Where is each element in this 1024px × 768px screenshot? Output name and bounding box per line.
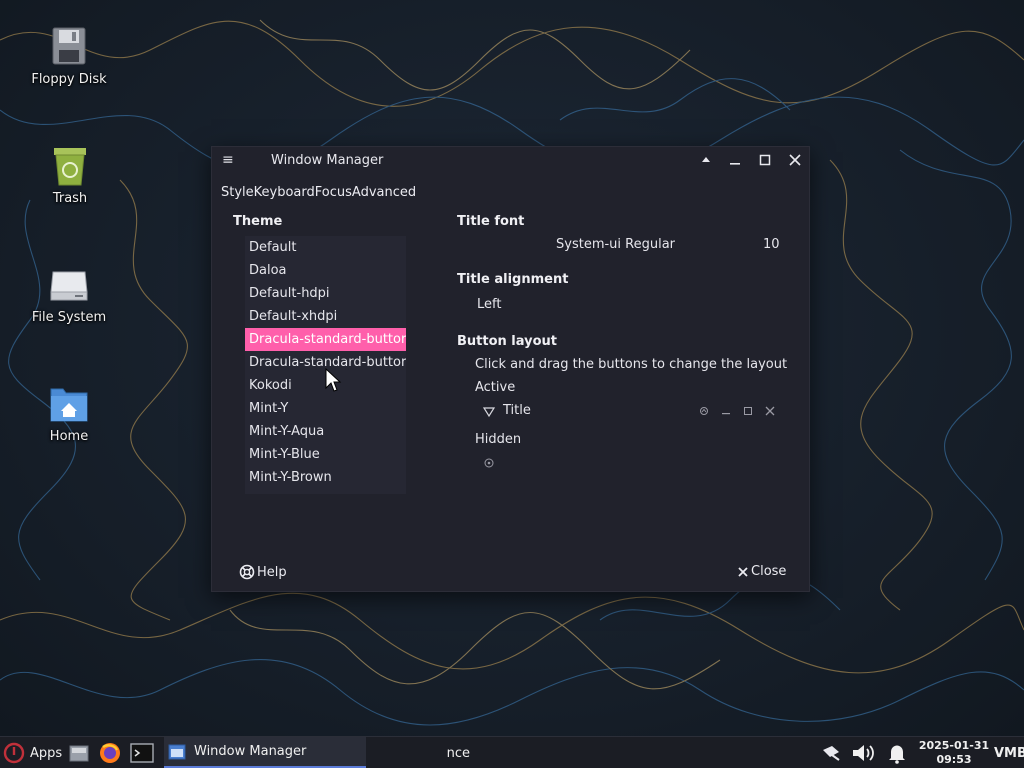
desktop-icon-floppy-disk[interactable]: Floppy Disk xyxy=(14,24,124,87)
help-lifebuoy-icon xyxy=(239,564,255,580)
clock[interactable]: 2025-01-31 09:53 xyxy=(918,737,990,768)
theme-item[interactable]: Default-hdpi xyxy=(245,282,406,305)
hidden-label: Hidden xyxy=(475,432,522,447)
layout-shade-icon[interactable] xyxy=(698,405,710,417)
tray-vm-label: VMB xyxy=(994,745,1024,761)
theme-list[interactable]: Default Daloa Default-hdpi Default-xhdpi… xyxy=(245,236,406,494)
button-layout-hint: Click and drag the buttons to change the… xyxy=(475,357,788,372)
window-manager-task-icon xyxy=(168,744,186,759)
task-other[interactable]: nce xyxy=(366,737,476,768)
desktop-icon-label: Home xyxy=(49,429,89,444)
desktop: Floppy Disk Trash File System Home ≡ Win… xyxy=(0,0,1024,736)
title-font-size: 10 xyxy=(763,237,780,252)
window-title: Window Manager xyxy=(271,153,384,168)
apps-menu-icon xyxy=(3,742,25,764)
shade-up-icon[interactable] xyxy=(698,152,714,168)
active-label: Active xyxy=(475,380,516,395)
desktop-icon-label: Floppy Disk xyxy=(31,72,107,87)
window-manager-dialog: ≡ Window Manager StyleKeyboardFocusAdvan… xyxy=(211,146,810,592)
trash-icon xyxy=(54,148,86,186)
file-manager-icon xyxy=(69,745,89,762)
close-button-label: Close xyxy=(751,564,787,579)
desktop-icon-label: Trash xyxy=(52,191,88,206)
launcher-firefox[interactable] xyxy=(98,737,122,768)
volume-icon xyxy=(853,745,874,761)
theme-item[interactable]: Mint-Y xyxy=(245,397,406,420)
title-alignment-heading: Title alignment xyxy=(457,272,569,287)
theme-item[interactable]: Mint-Y-Blue xyxy=(245,443,406,466)
help-button-label: Help xyxy=(257,564,287,580)
close-button[interactable]: Close xyxy=(737,564,786,579)
tray-volume[interactable] xyxy=(851,737,879,768)
network-wired-icon xyxy=(823,746,840,761)
mouse-cursor-icon xyxy=(325,367,342,392)
maximize-icon[interactable] xyxy=(757,152,773,168)
notification-bell-icon xyxy=(889,745,905,764)
terminal-icon xyxy=(130,743,154,763)
layout-maximize-icon[interactable] xyxy=(742,405,754,417)
clock-date: 2025-01-31 xyxy=(918,739,990,752)
launcher-files[interactable] xyxy=(68,737,90,768)
close-icon[interactable] xyxy=(787,152,803,168)
tray-vm-indicator[interactable]: VMB xyxy=(994,737,1024,768)
layout-close-icon[interactable] xyxy=(764,405,776,417)
title-alignment-select[interactable]: Left xyxy=(477,297,501,312)
task-window-manager[interactable]: Window Manager xyxy=(164,737,366,768)
active-buttons-row[interactable]: Title xyxy=(476,402,786,422)
clock-time: 09:53 xyxy=(936,753,972,766)
firefox-icon xyxy=(100,743,120,763)
tab-focus[interactable]: Focus xyxy=(315,185,352,200)
desktop-icon-trash[interactable]: Trash xyxy=(15,143,125,206)
tray-network[interactable] xyxy=(820,737,842,768)
theme-item[interactable]: Mint-Y-Aqua xyxy=(245,420,406,443)
window-menu-icon[interactable]: ≡ xyxy=(222,153,238,167)
taskbar: Apps Window Manager nce 2025-01-31 09:53… xyxy=(0,736,1024,768)
layout-minimize-icon[interactable] xyxy=(720,405,732,417)
title-font-name: System-ui Regular xyxy=(556,237,676,252)
task-other-label: nce xyxy=(446,745,470,761)
tab-bar: StyleKeyboardFocusAdvanced xyxy=(221,185,416,200)
task-window-manager-label: Window Manager xyxy=(194,744,307,759)
tab-advanced[interactable]: Advanced xyxy=(352,185,416,200)
theme-heading: Theme xyxy=(233,214,283,229)
help-button[interactable]: Help xyxy=(239,564,287,580)
close-x-icon xyxy=(738,566,748,577)
theme-item-selected[interactable]: Dracula-standard-buttor xyxy=(245,328,406,351)
title-font-button[interactable]: System-ui Regular 10 xyxy=(474,231,794,257)
window-titlebar[interactable]: ≡ Window Manager xyxy=(212,147,809,175)
desktop-icon-label: File System xyxy=(31,310,107,325)
title-font-heading: Title font xyxy=(457,214,525,229)
tab-keyboard[interactable]: Keyboard xyxy=(254,185,315,200)
theme-item[interactable]: Default-xhdpi xyxy=(245,305,406,328)
theme-item[interactable]: Default xyxy=(245,236,406,259)
home-folder-icon xyxy=(50,388,88,422)
button-layout-heading: Button layout xyxy=(457,334,558,349)
tab-style[interactable]: Style xyxy=(221,185,254,200)
launcher-terminal[interactable] xyxy=(130,737,154,768)
drive-icon xyxy=(50,271,88,301)
apps-label: Apps xyxy=(30,745,63,761)
theme-item[interactable]: Mint-Y-Brown xyxy=(245,466,406,489)
desktop-icon-file-system[interactable]: File System xyxy=(14,262,124,325)
theme-item[interactable]: Daloa xyxy=(245,259,406,282)
floppy-disk-icon xyxy=(52,27,86,65)
hidden-stick-icon[interactable] xyxy=(483,457,495,469)
minimize-icon[interactable] xyxy=(727,152,743,168)
desktop-icon-home[interactable]: Home xyxy=(14,381,124,444)
title-triangle-icon xyxy=(483,407,495,418)
tray-notifications[interactable] xyxy=(886,737,908,768)
layout-title-item[interactable]: Title xyxy=(503,403,531,418)
apps-menu-button[interactable]: Apps xyxy=(3,737,62,768)
